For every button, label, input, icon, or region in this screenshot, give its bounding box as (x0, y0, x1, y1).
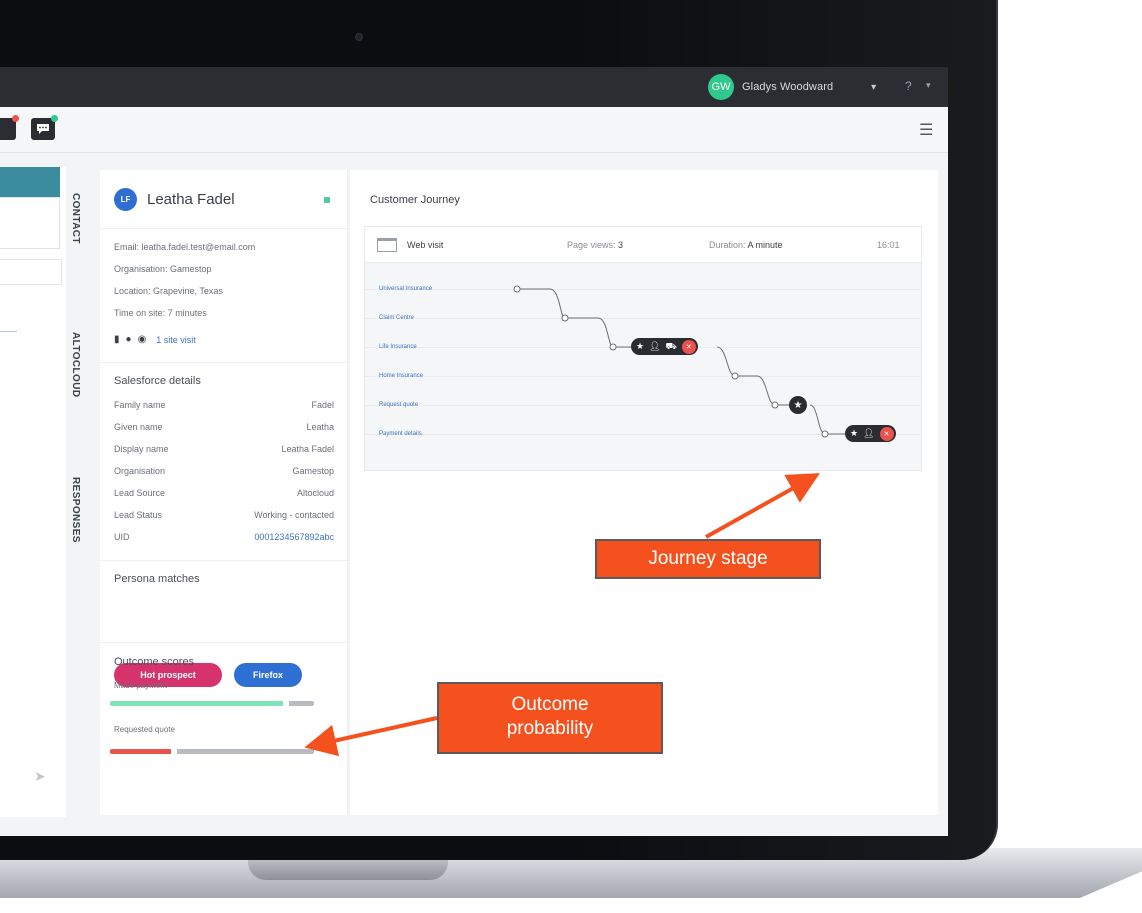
conversation-card[interactable] (0, 197, 60, 249)
conversation-link[interactable]: ──── (0, 329, 17, 335)
journey-event-badge[interactable]: ★ 👤︎ ✕ (845, 425, 896, 442)
salesforce-row: UID 0001234567892abc (114, 532, 334, 542)
contact-location: Location: Grapevine, Texas (114, 286, 223, 296)
hamburger-menu-icon[interactable]: ☰ (919, 120, 933, 140)
callout-line: probability (506, 718, 594, 739)
person-icon: 👤︎ (863, 428, 875, 438)
vertical-tabs: CONTACT ALTOCLOUD RESPONSES (66, 167, 94, 817)
star-badge-icon[interactable]: ★ (789, 396, 807, 414)
contact-name: Leatha Fadel (147, 191, 235, 208)
user-menu[interactable]: GW Gladys Woodward ▾ (708, 74, 876, 100)
persona-pill-firefox[interactable]: Firefox (234, 663, 302, 687)
callout-line: Outcome (511, 694, 589, 715)
notification-icon[interactable] (0, 115, 19, 140)
outcome-label: Requested quote (114, 725, 175, 734)
chevron-down-icon[interactable]: ▾ (926, 80, 931, 91)
conversation-header[interactable] (0, 167, 60, 197)
salesforce-title: Salesforce details (114, 375, 201, 387)
journey-stage-callout: Journey stage (595, 539, 821, 579)
person-icon: 👤︎ (649, 341, 661, 351)
outcome-bar-made-payment (110, 701, 314, 706)
apple-icon: ● (125, 334, 132, 345)
outcome-probability-callout: Outcome probability (437, 682, 663, 754)
journey-node[interactable] (821, 430, 829, 438)
top-bar: GW Gladys Woodward ▾ ? ▾ (0, 67, 948, 107)
chrome-icon: ◉ (137, 334, 147, 345)
toolbar: ☰ (0, 107, 948, 153)
chevron-down-icon[interactable]: ▾ (871, 82, 876, 93)
site-visit-link[interactable]: 1 site visit (156, 335, 196, 345)
conversation-search[interactable] (0, 259, 62, 285)
outcome-title: Outcome scores (114, 656, 195, 668)
persona-title: Persona matches (114, 573, 200, 585)
journey-node[interactable] (609, 343, 617, 351)
online-status-indicator (324, 197, 330, 203)
salesforce-row: Organisation Gamestop (114, 466, 334, 476)
journey-node[interactable] (731, 372, 739, 380)
outcome-bar-requested-quote (110, 749, 314, 754)
salesforce-row: Display name Leatha Fadel (114, 444, 334, 454)
device-list: ▮ ● ◉ 1 site visit (114, 334, 196, 345)
outcome-label: Made payment (114, 681, 167, 690)
alert-icon: ✕ (681, 339, 696, 354)
laptop-mockup: GW Gladys Woodward ▾ ? ▾ ☰ ──── ➤ CONTAC… (0, 0, 1142, 913)
webcam (355, 33, 363, 41)
journey-node[interactable] (513, 285, 521, 293)
uid-link[interactable]: 0001234567892abc (254, 532, 334, 542)
journey-visit-card: Web visit Page views: 3 Duration: A minu… (364, 226, 922, 471)
notification-dot (12, 115, 19, 122)
tab-contact[interactable]: CONTACT (70, 193, 81, 244)
user-name: Gladys Woodward (742, 81, 834, 93)
contact-header: LF Leatha Fadel (114, 188, 235, 211)
chat-icon[interactable] (31, 115, 58, 140)
journey-node[interactable] (561, 314, 569, 322)
cart-icon: ⛟ (665, 340, 677, 351)
salesforce-row: Given name Leatha (114, 422, 334, 432)
star-icon: ★ (636, 341, 645, 351)
contact-email: Email: leatha.fadel.test@email.com (114, 242, 256, 252)
salesforce-row: Family name Fadel (114, 400, 334, 410)
contact-panel: LF Leatha Fadel Email: leatha.fadel.test… (100, 170, 348, 815)
chat-bubble-icon (37, 124, 49, 134)
salesforce-row: Lead Status Working - contacted (114, 510, 334, 520)
send-icon[interactable]: ➤ (34, 768, 46, 785)
contact-organisation: Organisation: Gamestop (114, 264, 212, 274)
help-icon[interactable]: ? (905, 79, 912, 93)
contact-avatar: LF (114, 188, 137, 211)
laptop-notch (248, 858, 448, 880)
alert-icon: ✕ (879, 426, 894, 441)
salesforce-row: Lead Source Altocloud (114, 488, 334, 498)
contact-time-on-site: Time on site: 7 minutes (114, 308, 207, 318)
mobile-icon: ▮ (114, 334, 120, 345)
star-icon: ★ (850, 428, 859, 438)
status-dot (51, 115, 58, 122)
journey-node[interactable] (771, 401, 779, 409)
journey-event-badge[interactable]: ★ 👤︎ ⛟ ✕ (631, 338, 698, 355)
tab-altocloud[interactable]: ALTOCLOUD (70, 332, 81, 397)
avatar: GW (708, 74, 734, 100)
journey-title: Customer Journey (370, 194, 460, 206)
tab-responses[interactable]: RESPONSES (70, 477, 81, 543)
